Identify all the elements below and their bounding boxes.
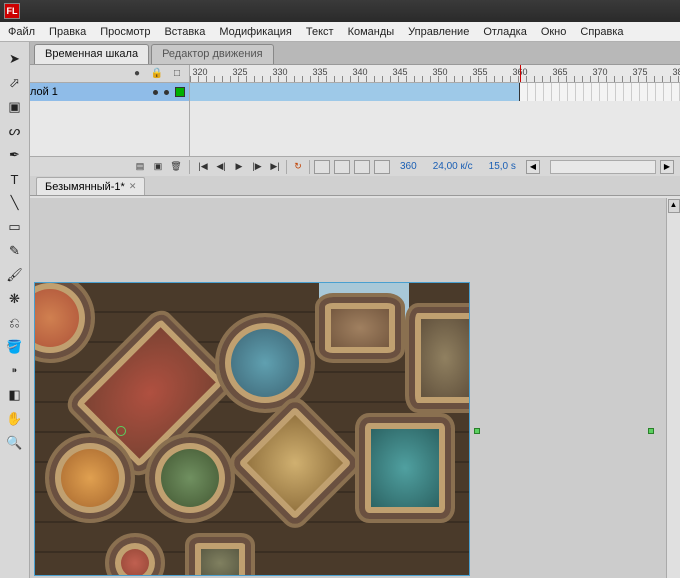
- placed-image[interactable]: [34, 282, 470, 576]
- pencil-tool[interactable]: ✎: [4, 240, 26, 262]
- ruler-ticks: [190, 76, 680, 82]
- document-tab-bar: Безымянный-1* ✕: [0, 176, 680, 196]
- layer-lock-dot[interactable]: [164, 90, 169, 95]
- app-icon: FL: [4, 3, 20, 19]
- free-transform-tool[interactable]: ▣: [4, 96, 26, 118]
- hand-tool[interactable]: ✋: [4, 408, 26, 430]
- menu-commands[interactable]: Команды: [348, 26, 395, 38]
- transform-handle[interactable]: [648, 428, 654, 434]
- frame-rate[interactable]: 24,00 к/с: [427, 161, 479, 172]
- loop-button[interactable]: ↻: [291, 160, 305, 174]
- menu-debug[interactable]: Отладка: [483, 26, 526, 38]
- close-icon[interactable]: ✕: [129, 181, 137, 192]
- elapsed-time: 15,0 s: [483, 161, 522, 172]
- timeline-ruler[interactable]: 320 325 330 335 340 345 350 355 360 365 …: [190, 65, 680, 82]
- step-back-button[interactable]: ◀|: [214, 160, 228, 174]
- play-button[interactable]: ▶: [232, 160, 246, 174]
- menu-bar: Файл Правка Просмотр Вставка Модификация…: [0, 22, 680, 42]
- menu-edit[interactable]: Правка: [49, 26, 86, 38]
- timeline-hscroll[interactable]: [550, 160, 656, 174]
- pen-tool[interactable]: ✒: [4, 144, 26, 166]
- image-detail: [355, 413, 455, 523]
- goto-last-button[interactable]: ▶|: [268, 160, 282, 174]
- lock-icon[interactable]: 🔒: [151, 68, 163, 80]
- tab-timeline[interactable]: Временная шкала: [34, 44, 149, 64]
- tab-motion-editor[interactable]: Редактор движения: [151, 44, 273, 64]
- visibility-icon[interactable]: ●: [131, 68, 143, 80]
- image-detail: [45, 433, 135, 523]
- image-detail: [185, 533, 255, 576]
- edit-multiple-button[interactable]: [354, 160, 370, 174]
- selection-tool[interactable]: ➤: [4, 48, 26, 70]
- outline-icon[interactable]: □: [171, 68, 183, 80]
- document-tab[interactable]: Безымянный-1* ✕: [36, 177, 145, 195]
- line-tool[interactable]: ╲: [4, 192, 26, 214]
- divider: [286, 160, 287, 174]
- onion-skin-button[interactable]: [314, 160, 330, 174]
- goto-first-button[interactable]: |◀: [196, 160, 210, 174]
- eraser-tool[interactable]: ◧: [4, 384, 26, 406]
- menu-window[interactable]: Окно: [541, 26, 567, 38]
- stage-area[interactable]: [30, 198, 666, 578]
- panel-tab-bar: Временная шкала Редактор движения: [0, 42, 680, 64]
- scroll-left-button[interactable]: ◀: [526, 160, 540, 174]
- tween-span[interactable]: [190, 83, 520, 101]
- brush-tool[interactable]: 🖌: [4, 264, 26, 286]
- rectangle-tool[interactable]: ▭: [4, 216, 26, 238]
- deco-tool[interactable]: ❋: [4, 288, 26, 310]
- timeline-panel: ● 🔒 □ 320 325 330 335 340 345 350 355 36…: [0, 64, 680, 176]
- lasso-tool[interactable]: ᔕ: [4, 120, 26, 142]
- paint-bucket-tool[interactable]: 🪣: [4, 336, 26, 358]
- image-detail: [145, 433, 235, 523]
- menu-help[interactable]: Справка: [580, 26, 623, 38]
- transform-center[interactable]: [116, 426, 126, 436]
- new-folder-button[interactable]: ▣: [151, 160, 165, 174]
- empty-frames[interactable]: [520, 83, 680, 101]
- layer-name[interactable]: Слой 1: [22, 86, 147, 98]
- menu-text[interactable]: Текст: [306, 26, 334, 38]
- scroll-right-button[interactable]: ▶: [660, 160, 674, 174]
- new-layer-button[interactable]: ▤: [133, 160, 147, 174]
- title-bar: FL: [0, 0, 680, 22]
- step-fwd-button[interactable]: |▶: [250, 160, 264, 174]
- playhead[interactable]: [520, 65, 521, 82]
- bone-tool[interactable]: ⎌: [4, 312, 26, 334]
- timeline-frames[interactable]: [190, 83, 680, 101]
- menu-file[interactable]: Файл: [8, 26, 35, 38]
- onion-markers-button[interactable]: [374, 160, 390, 174]
- layer-outline-color[interactable]: [175, 87, 185, 97]
- menu-insert[interactable]: Вставка: [164, 26, 205, 38]
- current-frame[interactable]: 360: [394, 161, 423, 172]
- image-detail: [405, 303, 470, 413]
- layer-visible-dot[interactable]: [153, 90, 158, 95]
- tools-panel: ➤ ⬀ ▣ ᔕ ✒ T ╲ ▭ ✎ 🖌 ❋ ⎌ 🪣 ⁍ ◧ ✋ 🔍: [0, 42, 30, 578]
- document-name: Безымянный-1*: [45, 181, 125, 193]
- delete-layer-button[interactable]: 🗑: [169, 160, 183, 174]
- subselection-tool[interactable]: ⬀: [4, 72, 26, 94]
- menu-control[interactable]: Управление: [408, 26, 469, 38]
- frame-area-empty: [190, 101, 680, 156]
- scroll-up-button[interactable]: ▲: [668, 199, 680, 213]
- text-tool[interactable]: T: [4, 168, 26, 190]
- zoom-tool[interactable]: 🔍: [4, 432, 26, 454]
- divider: [309, 160, 310, 174]
- menu-modify[interactable]: Модификация: [219, 26, 292, 38]
- onion-outline-button[interactable]: [334, 160, 350, 174]
- canvas-vscrollbar[interactable]: ▲: [666, 198, 680, 578]
- eyedropper-tool[interactable]: ⁍: [4, 360, 26, 382]
- transform-handle[interactable]: [474, 428, 480, 434]
- menu-view[interactable]: Просмотр: [100, 26, 150, 38]
- image-detail: [315, 293, 405, 363]
